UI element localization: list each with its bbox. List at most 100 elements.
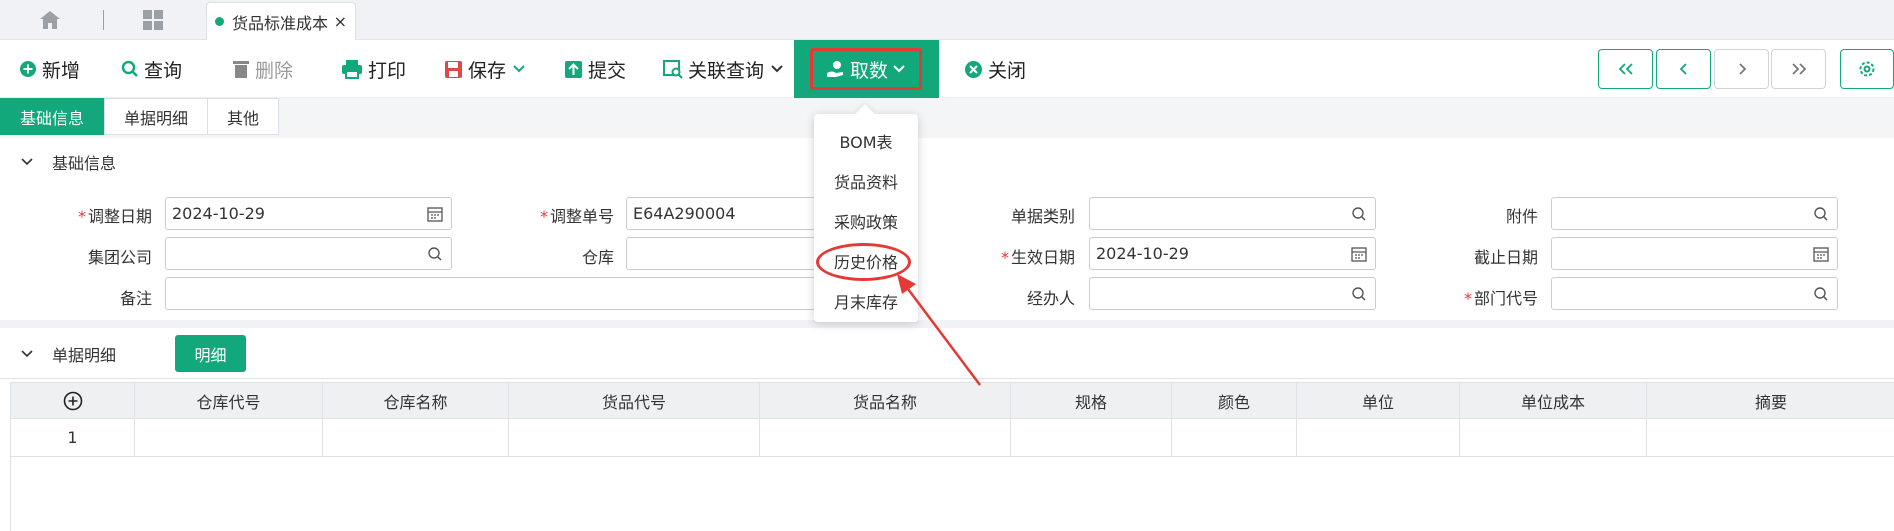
save-label: 保存: [468, 59, 507, 82]
upload-icon: [564, 60, 583, 79]
group-company-label: 集团公司: [87, 248, 152, 267]
remark-label: 备注: [119, 289, 152, 308]
effective-date-field[interactable]: 2024-10-29: [1089, 237, 1376, 270]
tab-document-detail[interactable]: 单据明细: [104, 98, 208, 135]
chevron-left-icon: [1679, 63, 1687, 75]
submit-label: 提交: [588, 59, 627, 82]
gear-icon: [1859, 61, 1875, 77]
adjust-date-label: * 调整日期: [77, 207, 152, 226]
handler-label: 经办人: [1026, 289, 1075, 308]
calendar-icon[interactable]: [1351, 246, 1367, 262]
related-query-button[interactable]: 关联查询: [663, 40, 784, 98]
delete-button[interactable]: 删除: [232, 40, 293, 98]
table-cell[interactable]: [1297, 419, 1460, 456]
table-cell[interactable]: [509, 419, 760, 456]
adjust-no-value: E64A290004: [633, 204, 736, 223]
column-header[interactable]: 单位: [1297, 383, 1460, 418]
print-button[interactable]: 打印: [341, 40, 406, 98]
search-icon[interactable]: [1351, 206, 1367, 222]
trash-icon: [232, 59, 250, 79]
home-icon[interactable]: [38, 9, 62, 31]
detail-section-header[interactable]: 单据明细: [0, 342, 1894, 366]
search-icon[interactable]: [1813, 286, 1829, 302]
tab-other[interactable]: 其他: [207, 98, 279, 135]
query-button[interactable]: 查询: [121, 40, 182, 98]
table-cell[interactable]: [760, 419, 1011, 456]
column-header[interactable]: 仓库名称: [323, 383, 509, 418]
tab-basic-info[interactable]: 基础信息: [0, 98, 104, 135]
warehouse-label: 仓库: [581, 248, 614, 267]
submit-button[interactable]: 提交: [564, 40, 626, 98]
new-button[interactable]: 新增: [19, 40, 80, 98]
column-header[interactable]: 货品名称: [760, 383, 1011, 418]
dept-code-field[interactable]: [1551, 277, 1838, 310]
doc-type-field[interactable]: [1089, 197, 1376, 230]
fetch-label: 取数: [849, 59, 888, 82]
first-record-button[interactable]: [1598, 49, 1653, 89]
apps-grid-icon[interactable]: [142, 9, 166, 31]
column-header[interactable]: 仓库代号: [135, 383, 323, 418]
chevron-down-icon: [892, 64, 906, 74]
settings-button[interactable]: [1840, 49, 1894, 89]
column-header[interactable]: 货品代号: [509, 383, 760, 418]
double-chevron-right-icon: [1791, 63, 1806, 75]
window-search-icon: [663, 59, 683, 79]
table-cell[interactable]: [135, 419, 323, 456]
tab-standard-cost[interactable]: 货品标准成本 ×: [206, 2, 356, 40]
table-row[interactable]: 1: [11, 419, 1894, 457]
print-label: 打印: [368, 59, 407, 82]
table-cell[interactable]: [1460, 419, 1647, 456]
next-record-button[interactable]: [1714, 49, 1769, 89]
menu-item-bom[interactable]: BOM表: [814, 121, 918, 161]
tab-separator: [103, 10, 104, 30]
fetch-button[interactable]: 取数: [810, 48, 922, 90]
detail-button[interactable]: 明细: [175, 335, 246, 372]
search-icon[interactable]: [1813, 206, 1829, 222]
column-header[interactable]: 摘要: [1647, 383, 1894, 418]
row-index: 1: [11, 419, 135, 456]
prev-record-button[interactable]: [1656, 49, 1711, 89]
save-disk-icon: [444, 60, 463, 79]
end-date-field[interactable]: [1551, 237, 1838, 270]
calendar-icon[interactable]: [427, 206, 443, 222]
adjust-no-field[interactable]: E64A290004: [626, 197, 816, 230]
save-button[interactable]: 保存: [444, 40, 526, 98]
table-header-row: 仓库代号 仓库名称 货品代号 货品名称 规格 颜色 单位 单位成本 摘要: [11, 382, 1894, 419]
remark-field[interactable]: [165, 277, 816, 310]
hand-coin-icon: [826, 59, 846, 79]
menu-item-goods-info[interactable]: 货品资料: [814, 161, 918, 201]
table-cell[interactable]: [1011, 419, 1172, 456]
table-cell[interactable]: [1172, 419, 1297, 456]
column-header[interactable]: 颜色: [1172, 383, 1297, 418]
calendar-icon[interactable]: [1813, 246, 1829, 262]
menu-item-purchase-policy[interactable]: 采购政策: [814, 201, 918, 241]
search-icon[interactable]: [427, 246, 443, 262]
last-record-button[interactable]: [1771, 49, 1826, 89]
top-tab-bar: 货品标准成本 ×: [0, 0, 1894, 40]
chevron-down-icon: [512, 64, 526, 74]
handler-field[interactable]: [1089, 277, 1376, 310]
search-icon[interactable]: [1351, 286, 1367, 302]
plus-circle-icon: [19, 60, 37, 78]
column-header[interactable]: 规格: [1011, 383, 1172, 418]
close-tab-icon[interactable]: ×: [334, 12, 347, 31]
delete-label: 删除: [255, 59, 294, 82]
plus-circle-icon: [63, 391, 82, 410]
adjust-date-field[interactable]: 2024-10-29: [165, 197, 452, 230]
table-cell[interactable]: [323, 419, 509, 456]
basic-info-section-header[interactable]: 基础信息: [0, 150, 1894, 174]
column-header[interactable]: 单位成本: [1460, 383, 1647, 418]
menu-item-month-end-stock[interactable]: 月末库存: [814, 281, 918, 321]
highlight-circle: [816, 243, 911, 281]
add-row-button[interactable]: [11, 383, 135, 418]
warehouse-field[interactable]: [626, 237, 816, 270]
adjust-no-label: * 调整单号: [539, 207, 614, 226]
section-title: 单据明细: [52, 346, 117, 365]
group-company-field[interactable]: [165, 237, 452, 270]
close-circle-icon: [964, 60, 983, 79]
doc-type-label: 单据类别: [1010, 207, 1075, 226]
close-button[interactable]: 关闭: [964, 40, 1026, 98]
table-cell[interactable]: [1647, 419, 1894, 456]
attachment-field[interactable]: [1551, 197, 1838, 230]
effective-date-label: * 生效日期: [1000, 248, 1075, 267]
